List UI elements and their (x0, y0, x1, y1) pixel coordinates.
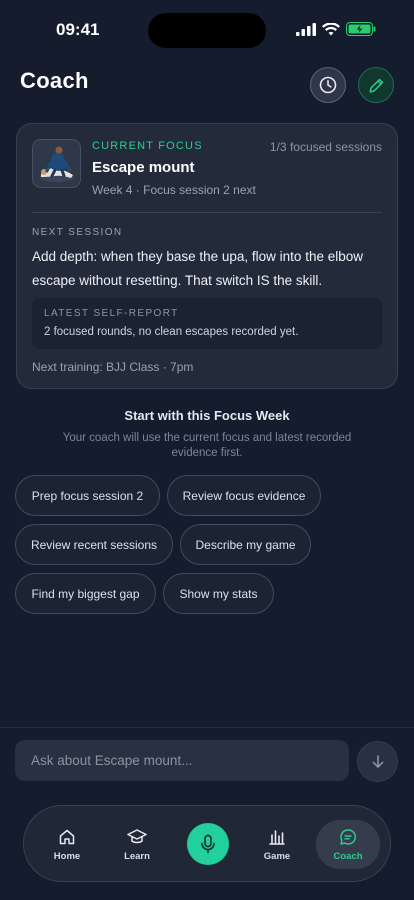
dynamic-island (148, 13, 266, 48)
microphone-icon (201, 834, 215, 854)
graduation-cap-icon (127, 828, 147, 843)
sessions-count: 1/3 focused sessions (269, 140, 382, 154)
suggestion-chip[interactable]: Find my biggest gap (15, 573, 156, 614)
battery-icon (346, 22, 376, 36)
status-icons (296, 22, 376, 36)
chat-bubble-icon (340, 828, 357, 845)
self-report-box: LATEST SELF-REPORT 2 focused rounds, no … (32, 298, 382, 349)
suggestion-chip[interactable]: Review focus evidence (167, 475, 321, 516)
current-focus-label: CURRENT FOCUS (92, 140, 203, 152)
page-header: Coach (20, 64, 394, 104)
edit-button[interactable] (358, 67, 394, 103)
home-icon (59, 829, 75, 844)
voice-button[interactable] (187, 823, 229, 865)
card-divider (32, 212, 382, 213)
pencil-icon (368, 78, 383, 93)
history-button[interactable] (310, 67, 346, 103)
nav-coach[interactable]: Coach (316, 820, 380, 869)
signal-icon (296, 22, 316, 36)
page-title: Coach (20, 68, 89, 93)
next-session-label: NEXT SESSION (32, 227, 123, 238)
suggestion-chip[interactable]: Show my stats (163, 573, 274, 614)
composer-divider (0, 727, 414, 728)
arrow-down-icon (372, 754, 383, 768)
suggestion-chip[interactable]: Review recent sessions (15, 524, 173, 565)
nav-game-label: Game (263, 850, 291, 862)
suggestion-chip[interactable]: Prep focus session 2 (15, 475, 160, 516)
start-section: Start with this Focus Week Your coach wi… (0, 408, 414, 461)
nav-coach-label: Coach (333, 850, 363, 862)
clock-icon (319, 76, 337, 94)
ask-input-container[interactable] (15, 740, 349, 781)
nav-home[interactable]: Home (38, 806, 96, 883)
next-session-text: Add depth: when they base the upa, flow … (32, 249, 363, 288)
start-title: Start with this Focus Week (124, 408, 290, 423)
start-subtitle: Your coach will use the current focus an… (62, 432, 352, 459)
nav-game[interactable]: Game (248, 806, 306, 883)
scroll-down-button[interactable] (357, 741, 398, 782)
next-training-text: Next training: BJJ Class · 7pm (32, 360, 194, 374)
self-report-label: LATEST SELF-REPORT (44, 308, 179, 319)
wifi-icon (322, 22, 340, 35)
focus-title: Escape mount (92, 159, 195, 176)
focus-card[interactable]: CURRENT FOCUS 1/3 focused sessions Escap… (16, 123, 398, 389)
nav-learn-label: Learn (124, 850, 150, 862)
grappling-illustration-icon (33, 140, 80, 187)
focus-subtitle: Week 4 · Focus session 2 next (92, 183, 256, 197)
suggestion-chip[interactable]: Describe my game (180, 524, 311, 565)
nav-home-label: Home (53, 850, 81, 862)
nav-learn[interactable]: Learn (108, 806, 166, 883)
technique-thumbnail (32, 139, 81, 188)
bar-chart-icon (269, 829, 285, 845)
ask-input[interactable] (15, 740, 349, 781)
bottom-nav: Home Learn Game Coach (23, 805, 391, 882)
status-time: 09:41 (56, 20, 100, 39)
status-bar: 09:41 (0, 0, 414, 56)
self-report-text: 2 focused rounds, no clean escapes recor… (44, 326, 299, 338)
